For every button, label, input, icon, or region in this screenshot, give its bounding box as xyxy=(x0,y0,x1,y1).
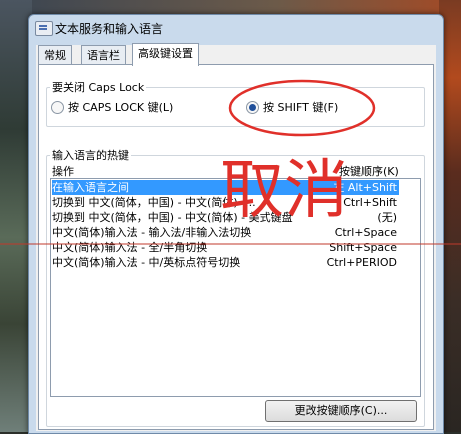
list-item-action: 在输入语言之间 xyxy=(52,181,129,194)
column-header-action[interactable]: 操作 xyxy=(52,163,74,179)
list-item-action: 中文(简体)输入法 - 输入法/非输入法切换 xyxy=(52,226,252,239)
text-services-window: 文本服务和输入语言 常规 语言栏 高级键设置 要关闭 Caps Lock 按 C… xyxy=(28,14,444,434)
radio-caps-lock-label: 按 CAPS LOCK 键(L) xyxy=(68,101,174,114)
list-item[interactable]: 切换到 中文(简体，中国) - 中文(简体) -... Ctrl+Shift xyxy=(52,195,399,210)
title-bar[interactable]: 文本服务和输入语言 xyxy=(29,15,443,41)
list-item-keys: Ctrl+Shift xyxy=(343,196,397,209)
window-title: 文本服务和输入语言 xyxy=(55,22,164,36)
tab-advanced-key-settings[interactable]: 高级键设置 xyxy=(132,43,199,66)
change-key-sequence-button[interactable]: 更改按键顺序(C)... xyxy=(265,400,417,422)
list-item[interactable]: 中文(简体)输入法 - 输入法/非输入法切换 Ctrl+Space xyxy=(52,225,399,240)
tab-panel: 要关闭 Caps Lock 按 CAPS LOCK 键(L) 按 SHIFT 键… xyxy=(38,64,434,430)
radio-caps-lock[interactable]: 按 CAPS LOCK 键(L) xyxy=(51,99,173,115)
list-item-keys: 左 Alt+Shift xyxy=(333,181,397,194)
list-item-action: 切换到 中文(简体，中国) - 中文(简体) -... xyxy=(52,196,256,209)
hotkey-list[interactable]: 在输入语言之间 左 Alt+Shift 切换到 中文(简体，中国) - 中文(简… xyxy=(50,178,421,397)
list-item-keys: Ctrl+PERIOD xyxy=(326,256,397,269)
caps-lock-group-label: 要关闭 Caps Lock xyxy=(50,79,147,95)
radio-button-selected-icon xyxy=(246,100,259,114)
radio-button-icon xyxy=(51,100,64,114)
hotkeys-group-label: 输入语言的热键 xyxy=(50,147,131,163)
list-item-keys: Shift+Space xyxy=(329,241,397,254)
list-item-action: 中文(简体)输入法 - 中/英标点符号切换 xyxy=(52,256,241,269)
radio-shift[interactable]: 按 SHIFT 键(F) xyxy=(246,99,338,115)
list-item[interactable]: 切换到 中文(简体，中国) - 中文(简体) - 美式键盘 (无) xyxy=(52,210,399,225)
tab-general[interactable]: 常规 xyxy=(38,45,72,66)
column-header-key-sequence[interactable]: 按键顺序(K) xyxy=(339,163,423,179)
dialog-client: 常规 语言栏 高级键设置 要关闭 Caps Lock 按 CAPS LOCK 键… xyxy=(36,43,436,431)
list-item-action: 中文(简体)输入法 - 全/半角切换 xyxy=(52,241,208,254)
list-item-keys: (无) xyxy=(377,211,397,224)
list-item[interactable]: 中文(简体)输入法 - 中/英标点符号切换 Ctrl+PERIOD xyxy=(52,255,399,270)
list-item[interactable]: 在输入语言之间 左 Alt+Shift xyxy=(52,180,399,195)
list-item-keys: Ctrl+Space xyxy=(334,226,397,239)
radio-shift-label: 按 SHIFT 键(F) xyxy=(263,101,339,114)
list-item[interactable]: 中文(简体)输入法 - 全/半角切换 Shift+Space xyxy=(52,240,399,255)
list-item-action: 切换到 中文(简体，中国) - 中文(简体) - 美式键盘 xyxy=(52,211,293,224)
keyboard-icon xyxy=(35,21,53,36)
tab-language-bar[interactable]: 语言栏 xyxy=(81,45,126,66)
